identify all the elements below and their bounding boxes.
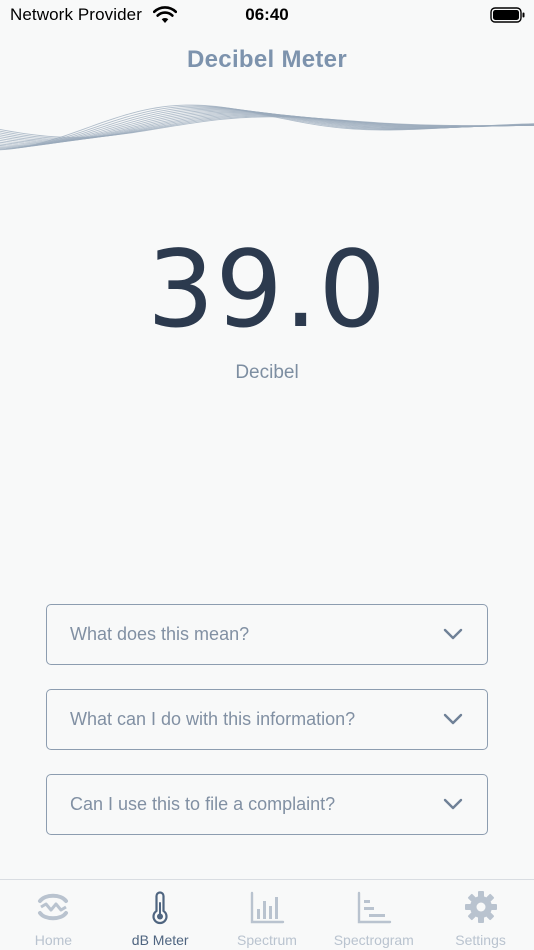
tab-label: Settings — [455, 932, 506, 948]
tab-label: Spectrogram — [333, 932, 414, 948]
chevron-down-icon — [443, 798, 463, 810]
bar-chart-icon — [250, 891, 285, 924]
decibel-unit-label: Decibel — [235, 362, 299, 383]
tab-spectrogram[interactable]: Spectrogram — [320, 880, 427, 950]
chevron-down-icon — [443, 628, 463, 640]
tab-home[interactable]: Home — [0, 880, 107, 950]
thermometer-icon — [152, 891, 168, 925]
wave-line — [0, 104, 534, 151]
tab-bar: Home dB Meter Spectrum Spectrogram Setti… — [0, 879, 534, 950]
chevron-down-icon — [443, 713, 463, 725]
battery-icon — [490, 7, 525, 23]
sound-wave-decoration — [0, 104, 534, 151]
faq-what-does-this-mean[interactable]: What does this mean? — [46, 604, 488, 665]
faq-what-can-i-do[interactable]: What can I do with this information? — [46, 689, 488, 750]
tab-db-meter[interactable]: dB Meter — [107, 880, 214, 950]
status-bar: Network Provider 06:40 — [0, 0, 534, 30]
faq-question: Can I use this to file a complaint? — [70, 794, 336, 814]
tab-settings[interactable]: Settings — [427, 880, 534, 950]
decibel-reading: 39.0 — [146, 228, 387, 351]
clock: 06:40 — [245, 5, 289, 24]
faq-file-complaint[interactable]: Can I use this to file a complaint? — [46, 774, 488, 835]
faq-question: What can I do with this information? — [70, 709, 356, 729]
gear-icon — [464, 891, 497, 923]
decibel-meter-screen: Network Provider 06:40 Decibel Meter 39.… — [0, 0, 534, 950]
faq-question: What does this mean? — [70, 624, 250, 644]
tab-label: Spectrum — [237, 932, 297, 948]
tab-label: dB Meter — [131, 932, 189, 948]
tab-label: Home — [34, 932, 73, 948]
page-title: Decibel Meter — [187, 46, 347, 73]
spectrogram-icon — [357, 891, 391, 924]
tab-spectrum[interactable]: Spectrum — [214, 880, 321, 950]
home-logo-icon — [38, 893, 69, 921]
